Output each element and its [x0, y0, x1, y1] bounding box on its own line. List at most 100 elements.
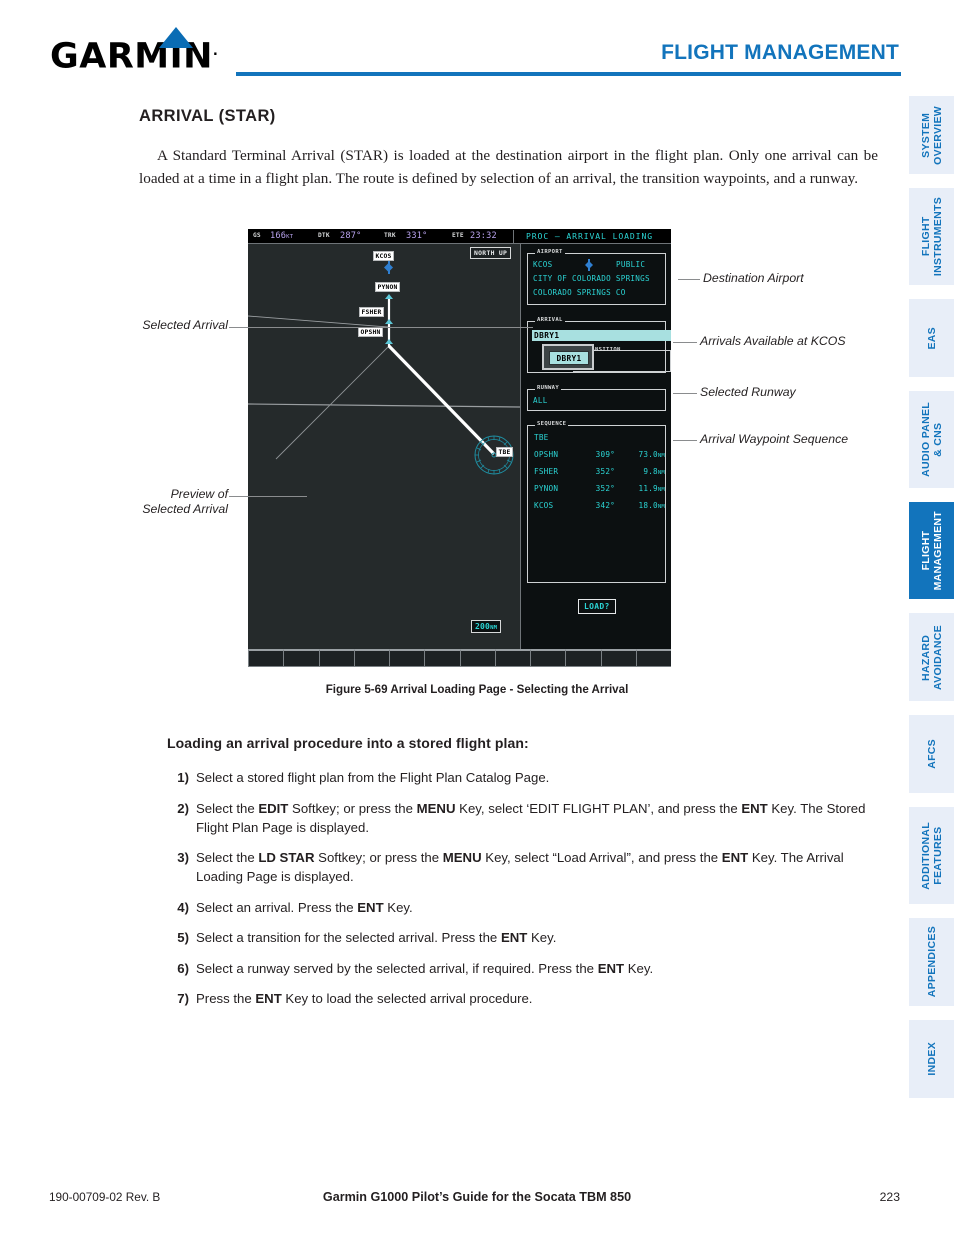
sequence-bearing: 309° — [595, 450, 615, 459]
leader-preview — [229, 496, 307, 497]
callout-arrivals-available: Arrivals Available at KCOS — [700, 334, 846, 348]
map-waypoint-opshn[interactable]: OPSHN — [358, 327, 383, 337]
softkey-2[interactable] — [283, 649, 320, 667]
section-tab-label: EAS — [925, 326, 938, 350]
callout-selected-runway: Selected Runway — [700, 385, 796, 399]
softkey-bar[interactable] — [248, 649, 671, 667]
callout-selected-arrival: Selected Arrival — [142, 318, 228, 332]
page-header: GARMIN. FLIGHT MANAGEMENT — [0, 0, 954, 92]
procedure-step-number: 2) — [177, 800, 189, 816]
softkey-4[interactable] — [353, 649, 390, 667]
softkey-3[interactable] — [318, 649, 355, 667]
map-waypoint-fsher[interactable]: FSHER — [359, 307, 384, 317]
sequence-row[interactable]: FSHER 352° 9.8NM — [528, 467, 665, 482]
softkey-9[interactable] — [530, 649, 567, 667]
sequence-bearing: 352° — [595, 467, 615, 476]
airport-ident[interactable]: KCOS — [533, 260, 553, 269]
topbar-divider — [513, 230, 514, 243]
page-mode-title: PROC – ARRIVAL LOADING — [526, 231, 654, 241]
footer-guide-title: Garmin G1000 Pilot’s Guide for the Socat… — [322, 1190, 632, 1204]
procedure-step: 2) Select the EDIT Softkey; or press the … — [167, 799, 878, 837]
section-tab-audio-panel-cns[interactable]: AUDIO PANEL & CNS — [909, 391, 954, 488]
callout-destination-airport: Destination Airport — [703, 271, 804, 285]
arrival-selection-popup[interactable]: DBRY1 — [542, 344, 594, 370]
sequence-bearing: 352° — [595, 484, 615, 493]
sequence-row[interactable]: KCOS 342° 18.0NM — [528, 501, 665, 516]
procedure-step-text: Select a transition for the selected arr… — [196, 930, 557, 945]
section-tab-additional-features[interactable]: ADDITIONAL FEATURES — [909, 807, 954, 904]
footer-page-number: 223 — [879, 1190, 900, 1204]
section-tab-appendices[interactable]: APPENDICES — [909, 918, 954, 1006]
section-tab-label: SYSTEM OVERVIEW — [919, 105, 944, 165]
airport-city: COLORADO SPRINGS CO — [533, 288, 626, 297]
waypoint-symbol-opshn — [385, 339, 393, 344]
section-tab-label: ADDITIONAL FEATURES — [919, 821, 944, 890]
airport-group-box: AIRPORT KCOS PUBLIC CITY OF COLORADO SPR… — [527, 249, 666, 305]
section-tab-system-overview[interactable]: SYSTEM OVERVIEW — [909, 96, 954, 174]
section-tab-index[interactable]: INDEX — [909, 1020, 954, 1098]
softkey-1[interactable] — [248, 649, 285, 667]
section-tab-flight-instruments[interactable]: FLIGHT INSTRUMENTS — [909, 188, 954, 285]
sequence-row[interactable]: TBE — [528, 433, 665, 448]
mfd-top-data-bar: GS 166KT DTK 287° TRK 331° ETE 23:32 PRO… — [248, 229, 671, 244]
section-intro-paragraph: A Standard Terminal Arrival (STAR) is lo… — [139, 147, 878, 187]
garmin-wordmark: GARMIN. — [50, 32, 230, 77]
sequence-waypoint-name: PYNON — [534, 484, 559, 493]
procedure-step: 7) Press the ENT Key to load the selected… — [167, 989, 878, 1008]
sequence-row[interactable]: PYNON 352° 11.9NM — [528, 484, 665, 499]
arrival-selected-field[interactable]: DBRY1 — [532, 330, 671, 341]
softkey-8[interactable] — [494, 649, 531, 667]
section-heading: ARRIVAL (STAR) — [139, 107, 276, 125]
map-waypoint-pynon[interactable]: PYNON — [375, 282, 400, 292]
section-tab-label: HAZARD AVOIDANCE — [919, 624, 944, 690]
softkey-6[interactable] — [424, 649, 461, 667]
softkey-10[interactable] — [565, 649, 602, 667]
map-orientation-label[interactable]: NORTH UP — [470, 247, 512, 259]
sequence-distance: 9.8NM — [643, 467, 665, 476]
load-button[interactable]: LOAD? — [578, 599, 616, 614]
leader-selected-runway — [673, 393, 697, 394]
softkey-7[interactable] — [459, 649, 496, 667]
arrival-popup-option[interactable]: DBRY1 — [549, 351, 589, 365]
section-tab-label: AFCS — [925, 739, 938, 769]
airport-type-icon-bar — [588, 259, 590, 271]
sequence-group-box: SEQUENCE TBE OPSHN 309° 73.0NM FSHER 352° 9.8N… — [527, 421, 666, 583]
procedure-step-number: 4) — [177, 899, 189, 915]
airport-name: CITY OF COLORADO SPRINGS — [533, 274, 650, 283]
section-tab-eas[interactable]: EAS — [909, 299, 954, 377]
sequence-waypoint-name: TBE — [534, 433, 549, 442]
dtk-label: DTK — [318, 232, 330, 239]
procedure-step-text: Select an arrival. Press the ENT Key. — [196, 899, 413, 915]
map-pane[interactable]: NORTH UP KCOS PYNON FSHER OPSHN TBE 200N… — [248, 244, 520, 649]
registered-mark: . — [212, 44, 219, 59]
procedure-step: 5) Select a transition for the selected a… — [167, 928, 878, 947]
procedure-heading: Loading an arrival procedure into a stor… — [167, 735, 529, 751]
map-range-indicator[interactable]: 200NM — [471, 620, 502, 633]
trk-label: TRK — [384, 232, 396, 239]
procedure-step-number: 5) — [177, 930, 189, 945]
section-tab-afcs[interactable]: AFCS — [909, 715, 954, 793]
runway-value[interactable]: ALL — [533, 396, 548, 405]
softkey-11[interactable] — [600, 649, 637, 667]
sequence-row[interactable]: OPSHN 309° 73.0NM — [528, 450, 665, 465]
map-graphics — [248, 296, 520, 475]
section-tab-label: INDEX — [925, 1042, 938, 1076]
airport-group-title: AIRPORT — [535, 249, 565, 255]
ete-value: 23:32 — [470, 230, 497, 241]
section-tab-flight-management[interactable]: FLIGHT MANAGEMENT — [909, 502, 954, 599]
sequence-group-title: SEQUENCE — [535, 421, 569, 427]
garmin-triangle-icon — [159, 27, 193, 48]
section-tab-label: AUDIO PANEL & CNS — [919, 402, 944, 477]
section-tab-rail[interactable]: SYSTEM OVERVIEW FLIGHT INSTRUMENTS EAS AUDI… — [909, 96, 954, 1112]
softkey-12[interactable] — [635, 649, 671, 667]
softkey-5[interactable] — [389, 649, 426, 667]
procedure-step-number: 6) — [177, 960, 189, 976]
header-divider — [236, 72, 901, 76]
dtk-value: 287° — [340, 230, 362, 241]
map-waypoint-tbe[interactable]: TBE — [496, 447, 513, 457]
ete-label: ETE — [452, 232, 464, 239]
sequence-distance: 18.0NM — [638, 501, 665, 510]
runway-group-title: RUNWAY — [535, 385, 562, 391]
sequence-waypoint-name: OPSHN — [534, 450, 559, 459]
map-waypoint-kcos[interactable]: KCOS — [373, 251, 394, 261]
